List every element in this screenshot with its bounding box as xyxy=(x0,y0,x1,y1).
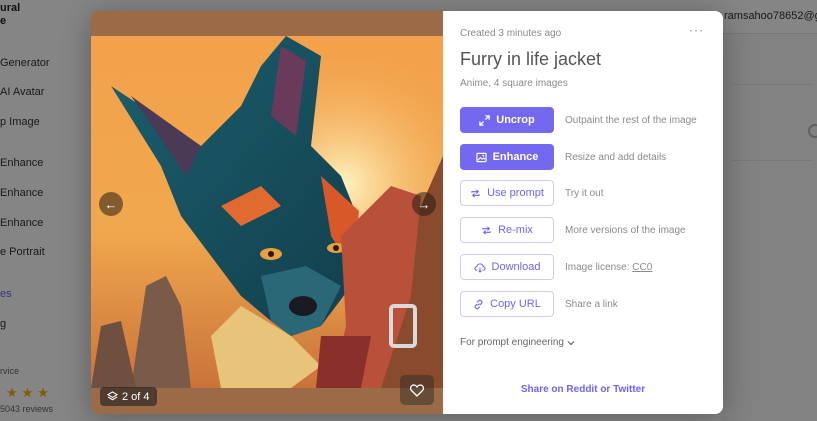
uncrop-description: Outpaint the rest of the image xyxy=(565,114,697,126)
license-label: Image license: xyxy=(565,261,630,273)
copy-url-label: Copy URL xyxy=(490,298,541,310)
image-letterbox-top xyxy=(91,11,443,36)
enhance-label: Enhance xyxy=(492,151,539,163)
remix-button[interactable]: Re-mix xyxy=(460,217,554,243)
use-prompt-button[interactable]: Use prompt xyxy=(460,180,554,206)
remix-description: More versions of the image xyxy=(565,224,686,236)
use-prompt-description: Try it out xyxy=(565,187,604,199)
action-row-uncrop: Uncrop Outpaint the rest of the image xyxy=(460,107,697,133)
favorite-button[interactable] xyxy=(400,375,434,405)
uncrop-label: Uncrop xyxy=(496,114,535,126)
uncrop-button[interactable]: Uncrop xyxy=(460,107,554,133)
repeat-icon xyxy=(482,225,491,235)
copy-url-button[interactable]: Copy URL xyxy=(460,291,554,317)
more-options-button[interactable]: ··· xyxy=(689,23,704,37)
expand-icon xyxy=(479,114,490,126)
prompt-engineering-toggle[interactable]: For prompt engineering xyxy=(460,337,575,348)
remix-label: Re-mix xyxy=(498,224,533,236)
chevron-down-icon xyxy=(567,340,575,345)
action-row-download: Download Image license: CC0 xyxy=(460,254,652,280)
download-description: Image license: CC0 xyxy=(565,262,652,273)
previous-image-button[interactable]: ← xyxy=(99,192,123,216)
download-button[interactable]: Download xyxy=(460,254,554,280)
use-prompt-label: Use prompt xyxy=(487,187,544,199)
image-info-panel: Created 3 minutes ago ··· Furry in life … xyxy=(443,11,723,414)
prompt-engineering-label: For prompt engineering xyxy=(460,337,564,348)
arrow-left-icon: ← xyxy=(104,196,118,212)
action-row-copy-url: Copy URL Share a link xyxy=(460,291,618,317)
image-detail-modal: ← → 2 of 4 Created 3 minutes ago ··· Fur… xyxy=(91,11,723,414)
image-viewer: ← → 2 of 4 xyxy=(91,11,443,414)
arrow-right-icon: → xyxy=(417,196,431,212)
image-icon xyxy=(475,152,487,162)
image-counter-text: 2 of 4 xyxy=(122,390,150,403)
generated-image xyxy=(91,36,443,388)
heart-icon xyxy=(410,383,424,397)
image-title: Furry in life jacket xyxy=(460,49,602,69)
image-subtitle: Anime, 4 square images xyxy=(460,78,568,89)
download-label: Download xyxy=(491,261,541,273)
action-row-use-prompt: Use prompt Try it out xyxy=(460,180,604,206)
enhance-description: Resize and add details xyxy=(565,151,667,163)
copy-url-description: Share a link xyxy=(565,298,618,310)
link-icon xyxy=(474,299,483,309)
action-row-enhance: Enhance Resize and add details xyxy=(460,144,666,170)
cloud-download-icon xyxy=(473,262,486,273)
repeat-icon xyxy=(471,188,480,198)
share-link[interactable]: Share on Reddit or Twitter xyxy=(443,384,723,395)
created-time: Created 3 minutes ago xyxy=(460,28,562,39)
next-image-button[interactable]: → xyxy=(412,192,436,216)
image-counter: 2 of 4 xyxy=(100,387,157,406)
layers-icon xyxy=(107,391,118,401)
enhance-button[interactable]: Enhance xyxy=(460,144,554,170)
action-row-remix: Re-mix More versions of the image xyxy=(460,217,686,243)
license-link[interactable]: CC0 xyxy=(632,262,652,273)
